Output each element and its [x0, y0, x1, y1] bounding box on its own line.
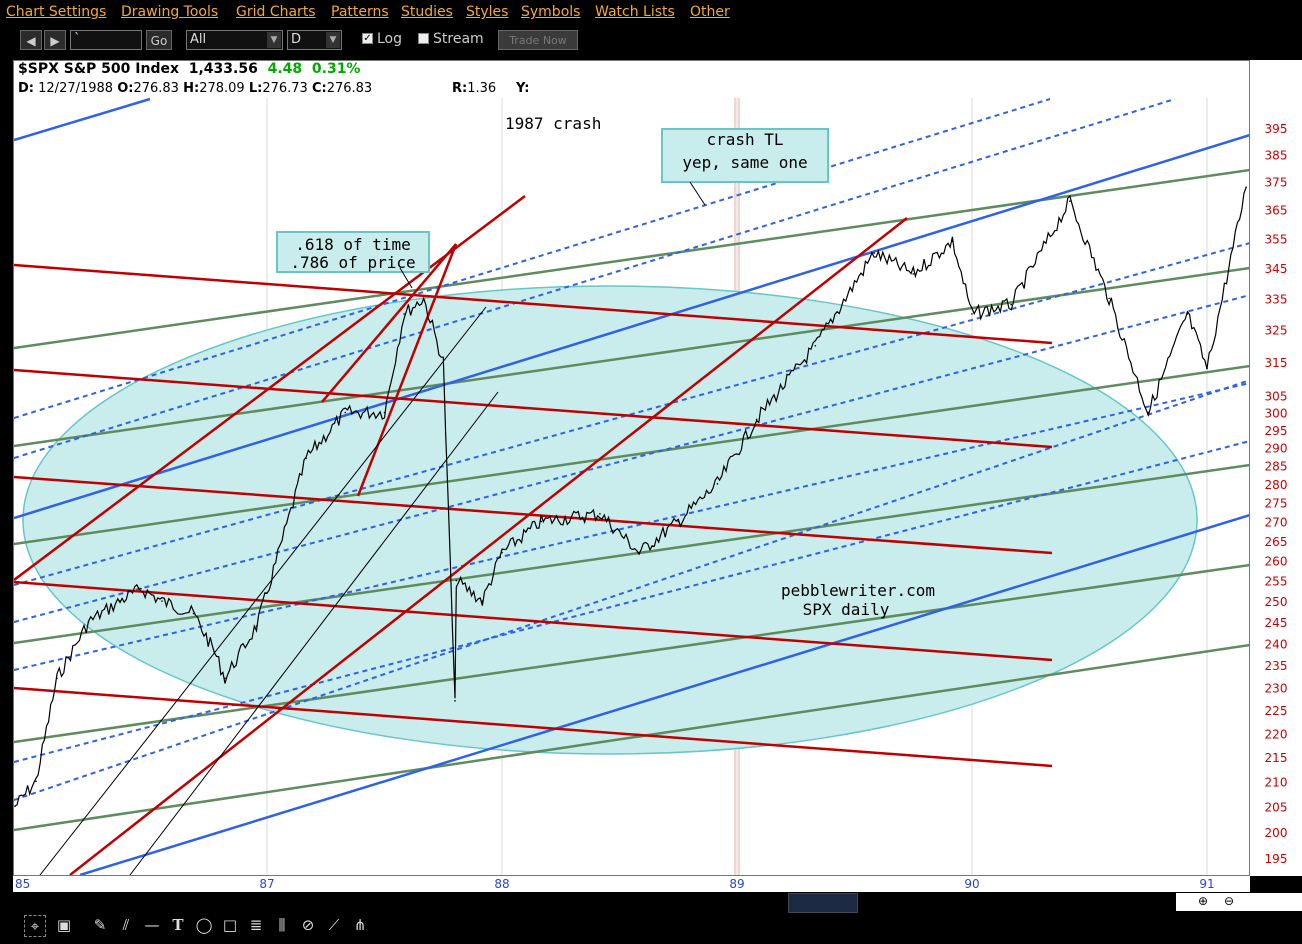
- horizontal-line-icon[interactable]: —: [142, 915, 162, 935]
- last-price: 1,433.56: [188, 61, 258, 77]
- high-label: H:: [183, 81, 200, 96]
- symbol-title: $SPX S&P 500 Index 1,433.56 4.48 0.31%: [18, 61, 360, 77]
- ohlc-readout: D: 12/27/1988 O:276.83 H:278.09 L:276.73…: [18, 81, 372, 96]
- change-value: 4.48: [267, 61, 303, 77]
- menu-symbols[interactable]: Symbols: [521, 4, 580, 20]
- trade-now-button[interactable]: Trade Now: [498, 30, 578, 50]
- low-value: 276.73: [262, 81, 308, 96]
- ellipse-tool-icon[interactable]: ◯: [194, 915, 214, 935]
- menu-other[interactable]: Other: [690, 4, 730, 20]
- log-checkbox[interactable]: ✓: [362, 33, 373, 44]
- menu-watch-lists[interactable]: Watch Lists: [595, 4, 675, 20]
- chart-area[interactable]: $SPX S&P 500 Index 1,433.56 4.48 0.31% D…: [13, 60, 1250, 876]
- fibonacci-icon[interactable]: ≣: [246, 915, 266, 935]
- zoom-in-icon[interactable]: ⊕: [1198, 894, 1208, 908]
- high-value: 278.09: [199, 81, 245, 96]
- scrollbar-track[interactable]: [0, 893, 1176, 911]
- zoom-out-icon[interactable]: ⊖: [1224, 894, 1234, 908]
- speed-lines-icon[interactable]: ⊘: [298, 915, 318, 935]
- forward-button[interactable]: ▶: [44, 30, 66, 50]
- change-percent: 0.31%: [311, 61, 361, 77]
- date-axis: [13, 876, 1250, 892]
- close-value: 276.83: [326, 81, 373, 96]
- arrow-right-icon: ▶: [50, 34, 60, 48]
- menu-drawing-tools[interactable]: Drawing Tools: [121, 4, 218, 20]
- rectangle-tool-icon[interactable]: □: [220, 915, 240, 935]
- chevron-down-icon: ▼: [267, 32, 281, 48]
- back-button[interactable]: ◀: [20, 30, 42, 50]
- low-label: L:: [248, 81, 263, 96]
- cycle-lines-icon[interactable]: ⫼: [272, 915, 292, 935]
- scrollbar-thumb[interactable]: [788, 893, 858, 913]
- go-button[interactable]: Go: [146, 30, 172, 50]
- date-label: D:: [18, 81, 34, 96]
- open-value: 276.83: [133, 81, 179, 96]
- pencil-icon[interactable]: ✎: [90, 915, 110, 935]
- y-label: Y:: [516, 81, 530, 96]
- select-tool-icon[interactable]: ⌖: [24, 915, 46, 937]
- menu-styles[interactable]: Styles: [466, 4, 508, 20]
- arrow-left-icon: ◀: [26, 34, 36, 48]
- range-value: All: [190, 32, 207, 47]
- close-label: C:: [311, 81, 327, 96]
- menu-grid-charts[interactable]: Grid Charts: [236, 4, 316, 20]
- chevron-down-icon: ▼: [326, 32, 340, 48]
- menu-chart-settings[interactable]: Chart Settings: [6, 4, 106, 20]
- toolbar: ◀ ▶ ` Go All ▼ D ▼ ✓ Log Stream Trade No…: [0, 26, 1302, 56]
- delete-tool-icon[interactable]: ▣: [54, 915, 74, 935]
- range-select[interactable]: All ▼: [186, 30, 283, 50]
- menu-bar: Chart Settings Drawing Tools Grid Charts…: [0, 0, 1302, 26]
- ratio-readout: R:1.36: [452, 81, 496, 96]
- date-value: 12/27/1988: [38, 81, 114, 96]
- check-icon: ✓: [363, 33, 372, 44]
- symbol-name: $SPX S&P 500 Index: [18, 61, 179, 77]
- menu-patterns[interactable]: Patterns: [331, 4, 389, 20]
- text-tool-icon[interactable]: T: [168, 915, 188, 935]
- drawing-toolbar: ⊕ ⊖ ⌖ ▣ ✎ ⫽ — T ◯ □ ≣ ⫼ ⊘ ⟋ ⋔: [0, 893, 1302, 944]
- r-label: R:: [452, 81, 468, 96]
- stream-label: Stream: [433, 31, 484, 47]
- log-label: Log: [377, 31, 403, 47]
- stream-checkbox[interactable]: [418, 33, 429, 44]
- open-label: O:: [117, 81, 134, 96]
- parallel-lines-icon[interactable]: ⫽: [116, 915, 136, 935]
- price-axis: [1250, 60, 1302, 876]
- period-value: D: [291, 32, 302, 47]
- symbol-input[interactable]: `: [70, 30, 142, 50]
- gann-fan-icon[interactable]: ⟋: [324, 915, 344, 935]
- menu-studies[interactable]: Studies: [401, 4, 453, 20]
- y-readout: Y:: [516, 81, 529, 96]
- r-value: 1.36: [467, 81, 497, 96]
- zoom-panel: ⊕ ⊖: [1176, 893, 1302, 911]
- andrews-pitchfork-icon[interactable]: ⋔: [350, 915, 370, 935]
- period-select[interactable]: D ▼: [287, 30, 342, 50]
